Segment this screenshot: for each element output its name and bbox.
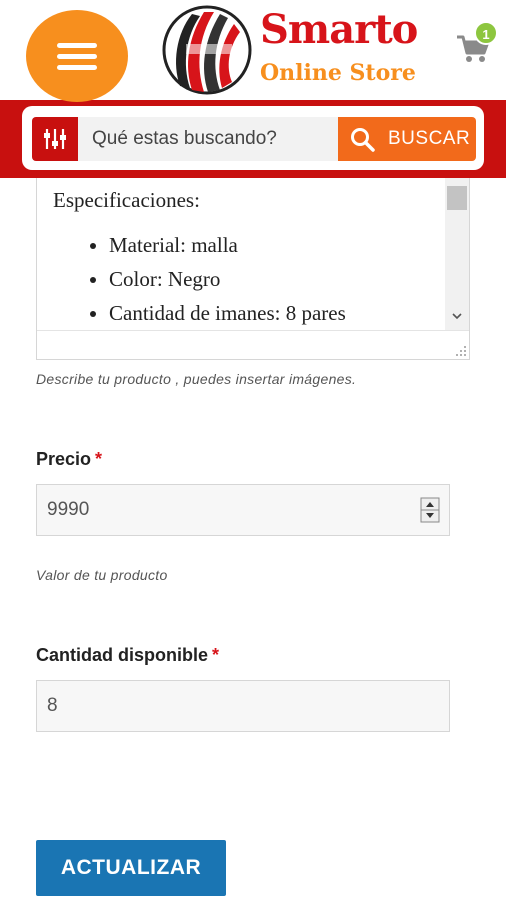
- description-heading: Especificaciones:: [53, 188, 200, 212]
- logo-mark-icon: [162, 5, 252, 95]
- list-item: Color: Negro: [109, 262, 346, 296]
- description-editor[interactable]: Especificaciones: Material: malla Color:…: [36, 178, 470, 360]
- number-stepper-icon[interactable]: [420, 497, 440, 523]
- description-content[interactable]: Especificaciones: Material: malla Color:…: [37, 178, 443, 330]
- chevron-down-icon[interactable]: [451, 310, 463, 322]
- price-label-text: Precio: [36, 449, 92, 469]
- editor-statusbar: [37, 330, 469, 359]
- menu-button[interactable]: [26, 10, 128, 102]
- hamburger-icon: [57, 43, 97, 48]
- spec-list: Material: malla Color: Negro Cantidad de…: [67, 228, 346, 330]
- quantity-label: Cantidad disponible *: [36, 645, 219, 666]
- hamburger-icon-bar: [57, 54, 97, 59]
- list-item: Cantidad de imanes: 8 pares: [109, 296, 346, 330]
- sliders-icon: [44, 129, 66, 149]
- update-button[interactable]: ACTUALIZAR: [36, 840, 226, 896]
- quantity-input[interactable]: [36, 680, 450, 732]
- search-button-label: BUSCAR: [388, 128, 471, 149]
- scrollbar-thumb[interactable]: [447, 186, 467, 210]
- hamburger-icon-bar: [57, 65, 97, 70]
- cart-count-badge: 1: [474, 21, 498, 45]
- search-input[interactable]: [78, 117, 338, 161]
- resize-grip-icon[interactable]: [455, 345, 467, 357]
- brand-name: Smarto: [260, 6, 418, 53]
- description-hint: Describe tu producto , puedes insertar i…: [36, 371, 357, 387]
- quantity-label-text: Cantidad disponible: [36, 645, 209, 665]
- list-item: Material: malla: [109, 228, 346, 262]
- price-hint: Valor de tu producto: [36, 567, 168, 583]
- store-logo[interactable]: Smarto Online Store: [160, 2, 440, 98]
- search-icon: [351, 128, 375, 152]
- price-input[interactable]: [36, 484, 450, 536]
- search-button[interactable]: BUSCAR: [338, 117, 476, 161]
- filter-button[interactable]: [32, 117, 78, 161]
- required-mark: *: [95, 449, 103, 469]
- editor-scrollbar[interactable]: [445, 178, 469, 330]
- required-mark: *: [212, 645, 220, 665]
- price-label: Precio *: [36, 449, 102, 470]
- brand-tagline: Online Store: [260, 60, 416, 86]
